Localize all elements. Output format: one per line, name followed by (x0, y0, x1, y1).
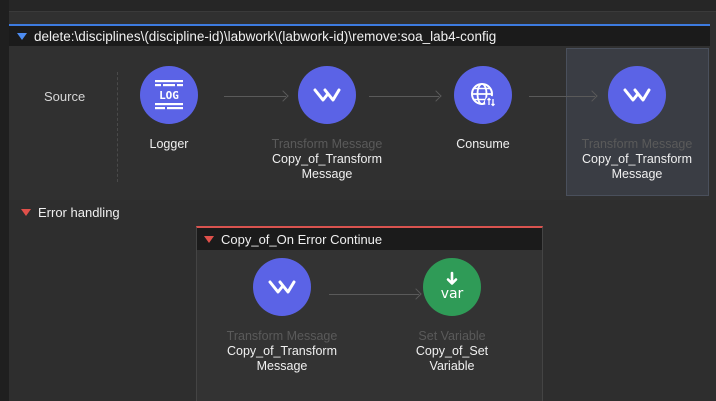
node-name: Copy_of_Transform (227, 344, 337, 358)
set-variable-component[interactable]: var Set Variable Copy_of_Set Variable (382, 258, 522, 374)
var-icon: var (423, 258, 481, 316)
globe-icon (454, 66, 512, 124)
source-label: Source (44, 89, 86, 104)
node-name: Copy_of_Transform (272, 152, 382, 166)
node-type: Transform Message (581, 137, 693, 151)
error-handling-header[interactable]: Error handling (21, 205, 120, 220)
node-name: Consume (456, 137, 510, 151)
svg-text:LOG: LOG (159, 89, 179, 102)
on-error-continue-header[interactable]: Copy_of_On Error Continue (197, 228, 542, 250)
node-name: Copy_of_Transform (582, 152, 692, 166)
transform-icon (608, 66, 666, 124)
node-type: Set Variable (418, 329, 486, 343)
flow-title: delete:\disciplines\(discipline-id)\labw… (34, 28, 497, 44)
node-name-line2: Message (301, 167, 353, 181)
flow-canvas: delete:\disciplines\(discipline-id)\labw… (0, 0, 716, 401)
node-name-line2: Variable (429, 359, 475, 373)
logger-component[interactable]: LOG Logger (99, 66, 239, 152)
top-strip (0, 0, 716, 11)
error-handling-title: Error handling (38, 205, 120, 220)
collapse-triangle-icon[interactable] (17, 32, 27, 40)
var-icon-label: var (441, 286, 464, 302)
handler-title: Copy_of_On Error Continue (221, 231, 383, 247)
node-name: Logger (149, 137, 189, 151)
log-icon: LOG (140, 66, 198, 124)
transform-message-component-selected[interactable]: Transform Message Copy_of_Transform Mess… (567, 66, 707, 182)
collapse-triangle-icon[interactable] (204, 235, 214, 243)
transform-message-component[interactable]: Transform Message Copy_of_Transform Mess… (212, 258, 352, 374)
transform-message-component[interactable]: Transform Message Copy_of_Transform Mess… (257, 66, 397, 182)
transform-icon (253, 258, 311, 316)
node-name-line2: Message (611, 167, 663, 181)
collapse-triangle-icon[interactable] (21, 209, 31, 216)
transform-icon (298, 66, 356, 124)
node-name: Copy_of_Set (415, 344, 489, 358)
flow-header[interactable]: delete:\disciplines\(discipline-id)\labw… (9, 24, 710, 46)
node-name-line2: Message (256, 359, 308, 373)
node-type: Transform Message (271, 137, 383, 151)
node-type: Transform Message (226, 329, 338, 343)
consume-component[interactable]: Consume (413, 66, 553, 152)
left-edge (0, 0, 9, 401)
